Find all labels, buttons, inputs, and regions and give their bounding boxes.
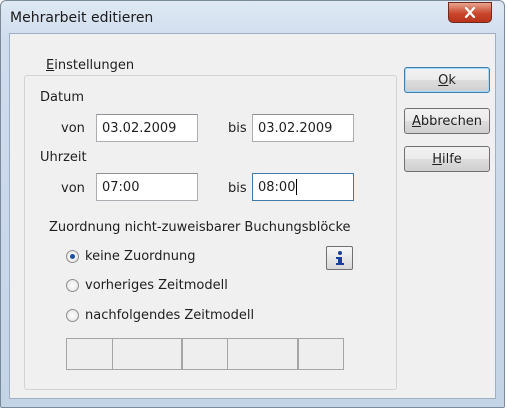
- ok-button[interactable]: Ok: [404, 67, 490, 93]
- radio-button[interactable]: [66, 309, 79, 322]
- close-button[interactable]: [448, 2, 492, 23]
- datum-von-field[interactable]: 03.02.2009: [96, 114, 198, 142]
- radio-keine-zuordnung[interactable]: keine Zuordnung: [66, 249, 195, 264]
- radio-button-checked[interactable]: [66, 250, 79, 263]
- datum-label: Datum: [40, 90, 84, 105]
- radio-button[interactable]: [66, 279, 79, 292]
- datum-von-label: von: [61, 121, 85, 136]
- block-slot: [228, 338, 298, 370]
- title-bar[interactable]: Mehrarbeit editieren: [1, 1, 504, 33]
- abbrechen-button[interactable]: Abbrechen: [404, 108, 490, 134]
- uhrzeit-label: Uhrzeit: [40, 150, 87, 165]
- info-icon: [335, 251, 344, 265]
- uhrzeit-von-field[interactable]: 07:00: [96, 173, 198, 201]
- radio-label: nachfolgendes Zeitmodell: [85, 308, 255, 323]
- window-title: Mehrarbeit editieren: [10, 10, 154, 26]
- block-slot: [66, 338, 113, 370]
- uhrzeit-von-label: von: [61, 181, 85, 196]
- block-slot: [113, 338, 182, 370]
- datum-bis-label: bis: [228, 121, 247, 136]
- block-slot: [298, 338, 344, 370]
- hilfe-button[interactable]: Hilfe: [404, 146, 490, 172]
- uhrzeit-bis-label: bis: [228, 181, 247, 196]
- settings-group-title: Einstellungen: [43, 58, 138, 73]
- text-caret: [296, 179, 298, 195]
- radio-label: vorheriges Zeitmodell: [85, 278, 228, 293]
- radio-nachfolgendes-zeitmodell[interactable]: nachfolgendes Zeitmodell: [66, 308, 254, 323]
- radio-label: keine Zuordnung: [85, 249, 196, 264]
- uhrzeit-bis-field[interactable]: 08:00: [252, 173, 354, 201]
- assignment-heading: Zuordnung nicht-zuweisbarer Buchungsblöc…: [49, 220, 351, 235]
- radio-vorheriges-zeitmodell[interactable]: vorheriges Zeitmodell: [66, 278, 228, 293]
- block-slot: [182, 338, 228, 370]
- info-button[interactable]: [326, 246, 353, 270]
- close-icon: [464, 7, 476, 18]
- datum-bis-field[interactable]: 03.02.2009: [252, 114, 354, 142]
